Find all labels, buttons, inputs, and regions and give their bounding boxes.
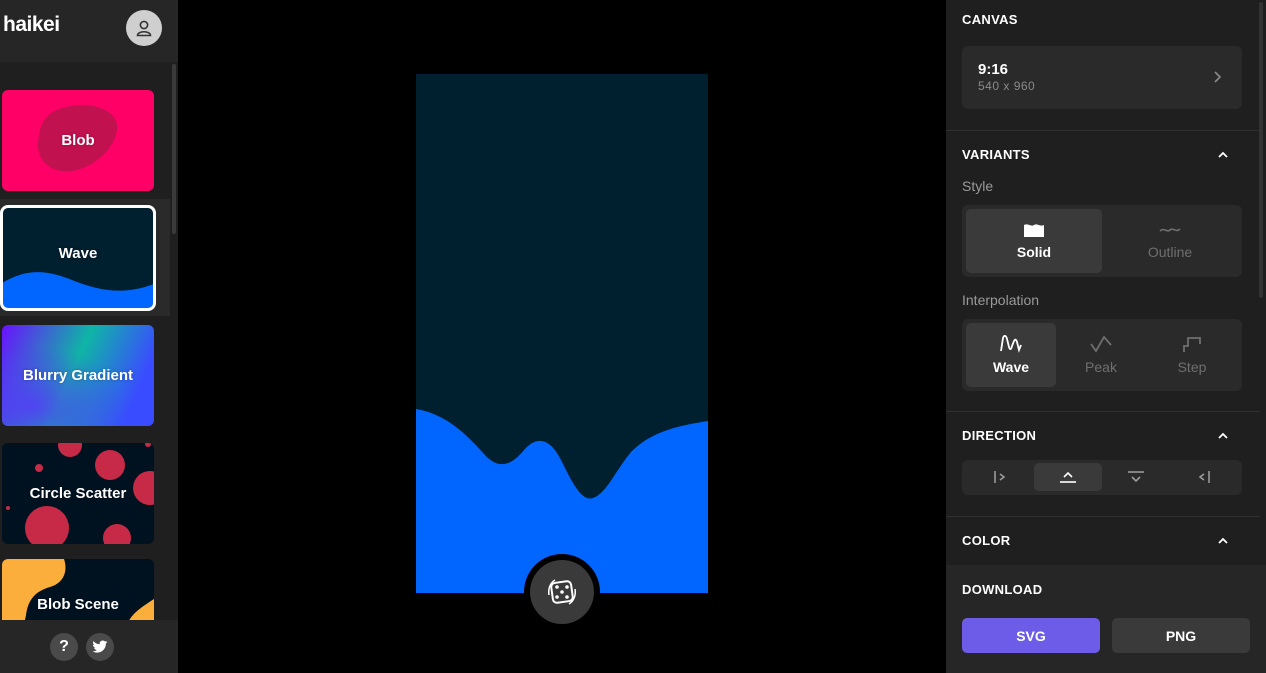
generator-label: Blob	[61, 132, 95, 149]
style-option-outline[interactable]: Outline	[1102, 209, 1238, 273]
divider	[946, 130, 1260, 131]
canvas-size-selector[interactable]: 9:16 540 x 960	[962, 46, 1242, 109]
direction-up-option[interactable]	[1034, 463, 1102, 491]
download-title: DOWNLOAD	[962, 582, 1043, 597]
randomize-button[interactable]	[524, 554, 600, 630]
panel-scrollbar[interactable]	[1259, 2, 1263, 298]
generator-blob[interactable]: Blob	[2, 90, 154, 191]
generator-sidebar: haikei Blob Wave Blurry Gradient Circle …	[0, 0, 178, 673]
twitter-icon	[92, 640, 108, 653]
outline-wave-icon	[1159, 228, 1181, 232]
download-png-button[interactable]: PNG	[1112, 618, 1250, 653]
chevron-right-icon	[1214, 71, 1222, 83]
user-icon	[136, 20, 152, 37]
account-button[interactable]	[126, 10, 162, 46]
generator-list: Blob Wave Blurry Gradient Circle Scatter…	[0, 62, 178, 620]
chevron-up-icon[interactable]	[1217, 149, 1229, 161]
variants-section-title: VARIANTS	[962, 147, 1030, 162]
help-icon: ?	[59, 638, 69, 655]
interpolation-label: Interpolation	[962, 292, 1040, 308]
canvas-area	[178, 0, 946, 673]
generator-label: Circle Scatter	[29, 485, 127, 502]
interpolation-selector: Wave Peak Step	[962, 319, 1242, 391]
style-selector: Solid Outline	[962, 205, 1242, 277]
wave-icon	[1000, 335, 1022, 353]
direction-left-icon	[994, 471, 1006, 483]
interpolation-option-label: Peak	[1085, 359, 1117, 375]
wave-artboard	[416, 74, 708, 593]
canvas-dimensions: 540 x 960	[978, 79, 1036, 93]
interpolation-option-wave[interactable]: Wave	[966, 323, 1056, 387]
settings-panel: CANVAS 9:16 540 x 960 VARIANTS Style Sol…	[946, 0, 1266, 673]
direction-down-icon	[1128, 471, 1144, 483]
selected-generator-ring	[0, 205, 156, 311]
logo[interactable]: haikei	[3, 13, 60, 37]
direction-up-icon	[1060, 471, 1076, 483]
style-option-label: Solid	[1016, 244, 1052, 260]
chevron-up-icon[interactable]	[1217, 430, 1229, 442]
download-section: DOWNLOAD SVG PNG	[946, 565, 1266, 673]
style-label: Style	[962, 178, 994, 194]
chevron-up-icon[interactable]	[1217, 535, 1229, 547]
help-button[interactable]: ?	[50, 633, 78, 661]
generator-circle-scatter[interactable]: Circle Scatter	[2, 443, 154, 544]
interpolation-option-label: Step	[1177, 359, 1207, 375]
generator-label: Blurry Gradient	[22, 367, 134, 384]
download-svg-button[interactable]: SVG	[962, 618, 1100, 653]
sidebar-scrollbar[interactable]	[172, 64, 176, 234]
interpolation-option-label: Wave	[992, 359, 1030, 375]
direction-section-title: DIRECTION	[962, 428, 1037, 443]
divider	[946, 516, 1260, 517]
generator-blurry-gradient[interactable]: Blurry Gradient	[2, 325, 154, 426]
dice-icon	[548, 579, 576, 605]
direction-down-option[interactable]	[1102, 463, 1170, 491]
canvas-section-title: CANVAS	[962, 12, 1018, 27]
settings-scroll: CANVAS 9:16 540 x 960 VARIANTS Style Sol…	[946, 0, 1260, 565]
sidebar-footer: ?	[0, 620, 178, 673]
twitter-button[interactable]	[86, 633, 114, 661]
color-section-title: COLOR	[962, 533, 1011, 548]
sidebar-header: haikei	[0, 0, 178, 62]
divider	[946, 411, 1260, 412]
direction-right-icon	[1198, 471, 1210, 483]
interpolation-option-step[interactable]: Step	[1146, 323, 1238, 387]
direction-right-option[interactable]	[1170, 463, 1238, 491]
direction-left-option[interactable]	[966, 463, 1034, 491]
interpolation-option-peak[interactable]: Peak	[1056, 323, 1146, 387]
generator-blob-scene[interactable]: Blob Scene	[2, 559, 154, 620]
generator-label: Blob Scene	[37, 596, 119, 613]
step-icon	[1183, 337, 1201, 352]
style-option-label: Outline	[1147, 244, 1193, 260]
solid-wave-icon	[1024, 224, 1044, 237]
canvas-ratio: 9:16	[978, 61, 1009, 78]
direction-selector	[962, 460, 1242, 495]
style-option-solid[interactable]: Solid	[966, 209, 1102, 273]
peak-icon	[1090, 335, 1112, 353]
